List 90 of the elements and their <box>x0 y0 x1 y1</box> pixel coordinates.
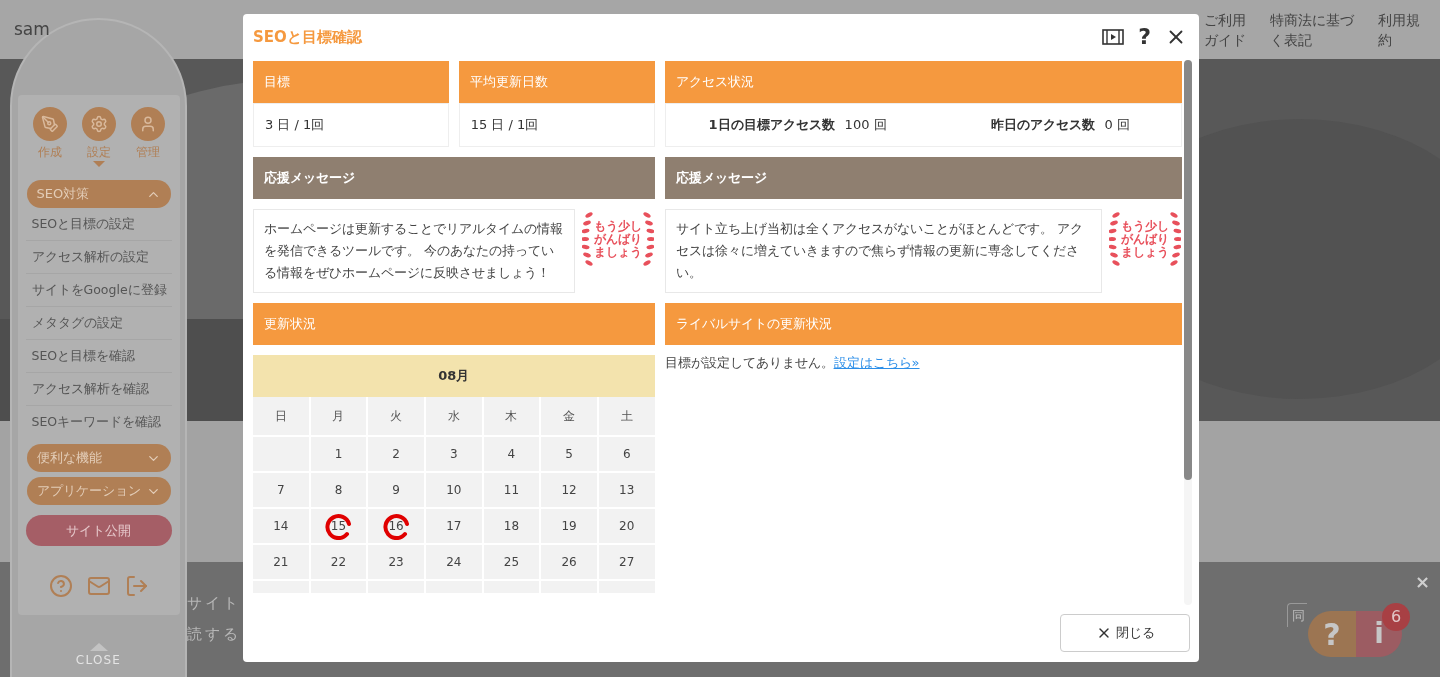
day-number: 10 <box>446 482 462 499</box>
menu-item[interactable]: SEOキーワードを確認 <box>25 406 172 439</box>
menu-item[interactable]: メタタグの設定 <box>25 307 172 340</box>
weekday-cell: 火 <box>368 397 424 435</box>
weekday-cell: 木 <box>483 397 540 435</box>
day-number: 22 <box>330 554 347 571</box>
weekday-cell: 月 <box>310 397 367 435</box>
section-header: 応援メッセージ <box>664 157 1182 199</box>
message-text: サイト立ち上げ当初は全くアクセスがないことがほとんどです。 アクセスは徐々に増えていきますので焦らず情報の更新に専念してください。 <box>664 209 1102 293</box>
nav-link[interactable]: 利用規約 <box>1378 9 1422 50</box>
day-number: 12 <box>561 482 577 499</box>
section-header: 応援メッセージ <box>253 157 655 199</box>
day-number: 9 <box>392 482 400 499</box>
help-icon[interactable]: ? <box>1138 26 1151 48</box>
weekday-cell: 水 <box>425 397 482 435</box>
day-number: 19 <box>561 518 577 535</box>
stat-value: 100 回 <box>844 116 887 135</box>
section-toggle[interactable]: 便利な機能 <box>26 444 171 472</box>
stat-value: 15 日 / 1回 <box>458 103 655 147</box>
day-number: 24 <box>446 554 462 571</box>
laurel-branch-icon <box>1109 209 1121 269</box>
day-number: 25 <box>503 554 520 571</box>
day-number: 21 <box>273 554 289 571</box>
day-number: 20 <box>619 518 635 535</box>
section-header: 更新状況 <box>253 303 655 345</box>
weekday-cell: 金 <box>541 397 597 435</box>
day-number: 5 <box>565 446 573 463</box>
banner-text: サイト <box>187 593 241 614</box>
menu-item[interactable]: SEOと目標を確認 <box>25 340 172 373</box>
day-number: 11 <box>503 482 520 499</box>
logout-icon[interactable] <box>124 574 149 598</box>
stat-label: 昨日のアクセス数 <box>990 116 1095 135</box>
gear-icon <box>89 115 108 133</box>
menu-item[interactable]: SEOと目標の設定 <box>25 208 172 241</box>
day-number: 6 <box>622 446 631 463</box>
nav-link[interactable]: ご利用ガイド <box>1204 9 1248 50</box>
day-number: 2 <box>392 446 400 463</box>
laurel-branch-icon <box>1169 209 1181 269</box>
section-toggle[interactable]: アプリケーション <box>26 477 171 505</box>
settings-link[interactable]: 設定はこちら» <box>833 355 920 370</box>
message-text: ホームページは更新することでリアルタイムの情報を発信できるツールです。 今のあなたの持っている情報をぜひホームページに反映させましょう！ <box>253 209 575 293</box>
help-button[interactable]: ? <box>1308 611 1356 657</box>
day-number: 17 <box>446 518 462 535</box>
weekday-cell: 土 <box>598 397 655 435</box>
section-header: 平均更新日数 <box>458 61 655 103</box>
stamp-text: もう少し がんばり ましょう <box>593 219 642 259</box>
weekday-cell: 日 <box>253 397 309 435</box>
rival-status-text: 目標が設定してありません。設定はこちら» <box>664 354 921 372</box>
menu-item[interactable]: サイトをGoogleに登録 <box>25 274 172 307</box>
section-header: 目標 <box>253 61 449 103</box>
stat-label: 1日の目標アクセス数 <box>708 116 835 135</box>
menu-item[interactable]: アクセス解析の設定 <box>25 241 172 274</box>
day-number: 3 <box>449 446 458 463</box>
dialog-title: SEOと目標確認 <box>253 26 362 48</box>
day-number: 26 <box>561 554 577 571</box>
film-icon[interactable] <box>1102 29 1125 45</box>
day-number: 7 <box>277 482 285 499</box>
day-number: 18 <box>503 518 520 535</box>
up-triangle-icon <box>89 643 108 651</box>
close-button[interactable]: 閉じる <box>1060 614 1190 652</box>
stamp-text: もう少し がんばり ましょう <box>1121 219 1169 259</box>
publish-button[interactable]: サイト公開 <box>25 515 172 546</box>
calendar-month: 08月 <box>253 355 655 397</box>
banner-text: 読する <box>187 623 241 645</box>
section-header: ライバルサイトの更新状況 <box>664 303 1182 345</box>
section-toggle[interactable]: SEO対策 <box>26 180 171 208</box>
day-number: 13 <box>619 482 635 499</box>
stat-value: 3 日 / 1回 <box>253 103 449 147</box>
close-icon[interactable]: × <box>1414 568 1430 595</box>
close-label[interactable]: CLOSE <box>75 651 122 669</box>
day-number: 15 <box>330 518 347 535</box>
day-number: 16 <box>388 518 404 535</box>
laurel-branch-icon <box>641 209 654 269</box>
section-header: アクセス状況 <box>664 61 1182 103</box>
site-name: sam <box>14 17 50 41</box>
day-number: 27 <box>619 554 635 571</box>
menu-item[interactable]: アクセス解析を確認 <box>25 373 172 406</box>
day-number: 8 <box>334 482 343 499</box>
mail-icon[interactable] <box>86 574 111 598</box>
consent-button[interactable]: 同 <box>1287 603 1307 627</box>
stat-value: 0 回 <box>1104 116 1130 135</box>
nav-link[interactable]: 特商法に基づく表記 <box>1270 9 1356 50</box>
laurel-branch-icon <box>581 209 594 269</box>
pen-icon <box>40 115 59 133</box>
day-number: 14 <box>273 518 289 535</box>
day-number: 23 <box>388 554 404 571</box>
help-icon[interactable] <box>48 574 73 598</box>
scrollbar-thumb[interactable] <box>1184 60 1192 480</box>
day-number: 4 <box>507 446 516 463</box>
day-number: 1 <box>334 446 343 463</box>
